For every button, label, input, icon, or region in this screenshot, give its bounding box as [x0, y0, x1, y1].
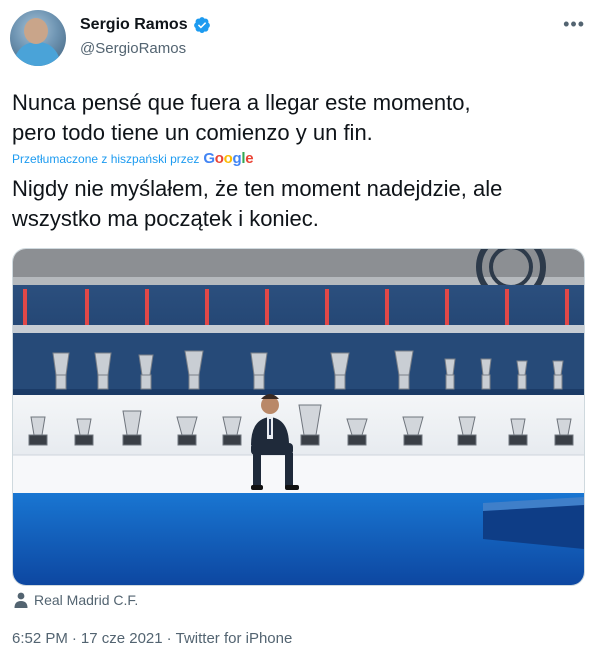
verified-badge-icon [193, 17, 210, 34]
tweet-date[interactable]: 17 cze 2021 [81, 630, 163, 647]
person-tag-icon [14, 592, 28, 608]
meta-separator: · [166, 630, 172, 647]
tweet-original-line: pero todo tiene un comienzo y un fin. [12, 120, 373, 145]
tweet-original-text: Nunca pensé que fuera a llegar este mome… [12, 88, 587, 148]
avatar-shirt [14, 42, 60, 66]
translated-from-link[interactable]: Przetłumaczone z hiszpański przez [12, 152, 199, 166]
tagged-account-name[interactable]: Real Madrid C.F. [34, 592, 138, 608]
meta-separator: · [71, 630, 77, 647]
avatar[interactable] [10, 10, 66, 66]
author-name-row: Sergio Ramos [80, 16, 211, 34]
more-options-icon[interactable]: ••• [563, 14, 585, 35]
trophy-room-photo [13, 249, 584, 585]
google-logo: Google [203, 150, 254, 167]
tweet-translation-line: wszystko ma początek i koniec. [12, 206, 319, 231]
tweet-metadata: 6:52 PM · 17 cze 2021 · Twitter for iPhone [12, 630, 292, 647]
tweet-translation-line: Nigdy nie myślałem, że ten moment nadejd… [12, 176, 503, 201]
tweet-photo[interactable] [12, 248, 585, 586]
tagged-account-row[interactable]: Real Madrid C.F. [14, 592, 138, 608]
tweet-translation-text: Nigdy nie myślałem, że ten moment nadejd… [12, 174, 587, 234]
author-display-name[interactable]: Sergio Ramos [80, 16, 188, 34]
avatar-face [24, 18, 48, 44]
author-handle[interactable]: @SergioRamos [80, 40, 186, 57]
tweet-time[interactable]: 6:52 PM [12, 630, 68, 647]
tweet-original-line: Nunca pensé que fuera a llegar este mome… [12, 90, 471, 115]
tweet-source[interactable]: Twitter for iPhone [176, 630, 293, 647]
translation-attribution: Przetłumaczone z hiszpański przez Google [12, 150, 254, 167]
